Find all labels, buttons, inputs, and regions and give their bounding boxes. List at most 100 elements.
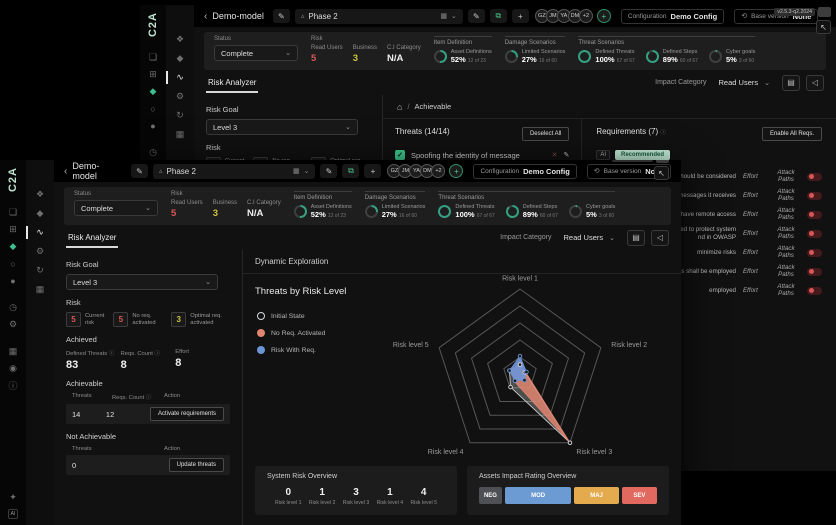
achieved-stats: Defined Threats ⓘ83 Reqs. Count ⓘ8 Effor… [66, 349, 230, 371]
palette-icon[interactable]: ✦ [0, 489, 26, 506]
back-button[interactable]: ‹ [64, 166, 67, 177]
requirement-toggle[interactable] [807, 173, 822, 181]
avatar-overflow[interactable]: +2 [579, 9, 593, 23]
status-dropdown[interactable]: Complete⌄ [214, 45, 298, 61]
duplicate-phase-button[interactable]: ⧉ [490, 9, 507, 23]
analyzer-icon[interactable]: ∿ [166, 69, 194, 86]
shield-icon[interactable]: ◆ [0, 238, 26, 255]
requirement-toggle[interactable] [807, 249, 822, 257]
enable-all-reqs-button[interactable]: Enable All Reqs. [762, 127, 822, 141]
grid-icon[interactable]: ▦ [166, 126, 194, 143]
vehicle-icon[interactable]: ⊞ [140, 66, 166, 83]
impact-category-dropdown[interactable]: Read Users⌄ [713, 75, 776, 91]
progress-ring [569, 205, 582, 218]
threat-list-item: ✓ Spoofing the identity of message ✕ ✎ [395, 150, 569, 160]
info-icon[interactable]: ⓘ [660, 130, 666, 136]
achievable-header: Threats Reqs. Count ⓘ Action [66, 393, 230, 401]
screenshot-icon[interactable] [818, 7, 831, 17]
export-icon[interactable]: ▤ [627, 230, 645, 246]
pointer-tool-icon[interactable]: ↖ [654, 166, 669, 180]
requirement-toggle[interactable] [807, 230, 822, 238]
phase-selector[interactable]: ▵ Phase 2 ▦ ⌄ [153, 164, 315, 179]
duplicate-phase-button[interactable]: ⧉ [342, 164, 359, 178]
user-icon[interactable]: ◉ [0, 360, 26, 377]
phase-selector[interactable]: ▵ Phase 2 ▦ ⌄ [295, 9, 463, 24]
edit-phase-button[interactable]: ✎ [468, 9, 485, 23]
add-user-button[interactable]: + [597, 9, 611, 23]
impact-category-dropdown[interactable]: Read Users⌄ [558, 230, 621, 246]
svg-text:Risk level 3: Risk level 3 [576, 449, 612, 456]
pointer-tool-icon[interactable]: ↖ [816, 20, 831, 34]
add-phase-button[interactable]: + [512, 9, 529, 23]
gear-icon[interactable]: ⚙ [0, 316, 26, 333]
risk-goal-dropdown[interactable]: Level 3⌄ [206, 119, 358, 135]
shield-small-icon[interactable]: ◆ [166, 50, 194, 67]
edit-model-button[interactable]: ✎ [273, 9, 290, 23]
home-icon[interactable]: ⌂ [397, 102, 402, 112]
svg-text:Risk level 4: Risk level 4 [428, 449, 464, 456]
dot-icon[interactable]: ● [140, 117, 166, 134]
refresh-icon[interactable]: ↻ [166, 107, 194, 124]
add-user-button[interactable]: + [449, 164, 463, 178]
dynamic-exploration-panel: Dynamic Exploration Threats by Risk Leve… [242, 250, 681, 525]
edit-phase-button[interactable]: ✎ [320, 164, 337, 178]
tab-risk-analyzer[interactable]: Risk Analyzer [206, 72, 258, 93]
dot-icon[interactable]: ● [0, 272, 26, 289]
update-threats-button[interactable]: Update threats [169, 458, 224, 472]
requirements-title: Requirements (7) ⓘ [596, 127, 666, 136]
circle-icon[interactable]: ○ [0, 255, 26, 272]
read-users-value: 5 [171, 208, 203, 219]
grid-app-icon[interactable]: ▦ [0, 343, 26, 360]
configuration-selector[interactable]: Configuration Demo Config [621, 9, 724, 24]
export-icon[interactable]: ▤ [782, 75, 800, 91]
achievable-row: 14 12 Activate requirements [66, 404, 230, 424]
impact-seg-neg: NEG [479, 487, 502, 504]
ai-assistant-icon[interactable]: AI [8, 509, 19, 519]
gear-small-icon[interactable]: ⚙ [166, 88, 194, 105]
add-phase-button[interactable]: + [364, 164, 381, 178]
edit-icon[interactable]: ✎ [563, 151, 569, 159]
grid-icon[interactable]: ▦ [26, 281, 54, 298]
info-icon[interactable]: ⓘ [0, 377, 26, 394]
risk-goal-dropdown[interactable]: Level 3⌄ [66, 274, 218, 290]
models-icon[interactable]: ❏ [0, 204, 26, 221]
info-icon[interactable]: ⓘ [109, 351, 115, 357]
ai-filter-badge[interactable]: AI [596, 150, 610, 160]
back-button[interactable]: ‹ [204, 11, 207, 22]
vehicle-icon[interactable]: ⊞ [0, 221, 26, 238]
not-achievable-row: 0 Update threats [66, 455, 230, 475]
network-icon[interactable]: ❖ [26, 186, 54, 203]
calendar-icon: ▦ [440, 12, 447, 20]
clock-icon[interactable]: ◷ [140, 144, 166, 161]
announce-icon[interactable]: ◁ [806, 75, 824, 91]
refresh-icon[interactable]: ↻ [26, 262, 54, 279]
models-icon[interactable]: ❏ [140, 49, 166, 66]
legend-dot-risk-with-req [257, 346, 265, 354]
foreground-window: C2A ❏ ⊞ ◆ ○ ● ◷ ⚙ ▦ ◉ ⓘ ✦ AI ❖ ◆ ∿ ⚙ ↻ ▦… [0, 160, 681, 525]
configuration-selector[interactable]: Configuration Demo Config [473, 164, 576, 179]
requirement-toggle[interactable] [807, 268, 822, 276]
edit-model-button[interactable]: ✎ [131, 164, 148, 178]
checkbox-checked[interactable]: ✓ [395, 150, 405, 160]
activate-requirements-button[interactable]: Activate requirements [150, 407, 224, 421]
legend-dot-initial-state [257, 312, 265, 320]
analyzer-icon[interactable]: ∿ [26, 224, 54, 241]
requirement-toggle[interactable] [807, 287, 822, 295]
requirement-toggle[interactable] [807, 211, 822, 219]
announce-icon[interactable]: ◁ [651, 230, 669, 246]
gear-small-icon[interactable]: ⚙ [26, 243, 54, 260]
delete-icon[interactable]: ✕ [552, 151, 558, 159]
network-icon[interactable]: ❖ [166, 31, 194, 48]
shield-icon[interactable]: ◆ [140, 83, 166, 100]
requirement-toggle[interactable] [807, 192, 822, 200]
shield-small-icon[interactable]: ◆ [26, 205, 54, 222]
avatar-overflow[interactable]: +2 [431, 164, 445, 178]
screenshot-icon[interactable] [656, 160, 669, 163]
tab-risk-analyzer[interactable]: Risk Analyzer [66, 227, 118, 248]
recommended-badge[interactable]: Recommended [615, 150, 670, 160]
deselect-all-button[interactable]: Deselect All [522, 127, 569, 141]
status-dropdown[interactable]: Complete⌄ [74, 200, 158, 216]
circle-icon[interactable]: ○ [140, 100, 166, 117]
clock-icon[interactable]: ◷ [0, 299, 26, 316]
info-icon[interactable]: ⓘ [154, 351, 160, 357]
